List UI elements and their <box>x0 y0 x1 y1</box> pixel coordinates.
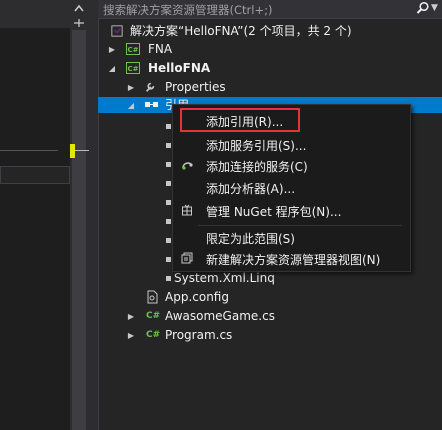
menu-item-label: 添加分析器(A)... <box>206 182 296 196</box>
assembly-icon <box>166 181 171 186</box>
connected-service-icon <box>182 162 193 170</box>
tree-item-label: AwasomeGame.cs <box>165 309 275 323</box>
assembly-icon <box>166 276 171 281</box>
csharp-file-icon: C# <box>146 311 161 321</box>
solution-label: 解决方案“HelloFNA”(2 个项目，共 2 个) <box>130 24 352 38</box>
new-view-icon <box>181 252 193 264</box>
solution-icon <box>111 25 123 37</box>
annotation-highlight-box <box>180 108 300 132</box>
assembly-icon <box>166 162 171 167</box>
menu-item-manage-nuget[interactable]: 管理 NuGet 程序包(N)... <box>173 200 410 221</box>
tree-item-label: FNA <box>148 42 173 56</box>
search-icon[interactable] <box>416 1 430 15</box>
change-marker <box>70 144 75 158</box>
menu-item-label: 新建解决方案资源管理器视图(N) <box>206 253 381 267</box>
csharp-project-icon: C# <box>126 43 140 55</box>
csharp-file-icon: C# <box>146 330 161 340</box>
tree-item-label: Properties <box>165 80 226 94</box>
collapse-arrow-icon[interactable]: ◢ <box>107 59 117 78</box>
menu-item-add-service-reference[interactable]: 添加服务引用(S)... <box>173 134 410 155</box>
tree-item-label: App.config <box>165 290 229 304</box>
menu-separator <box>198 225 402 226</box>
assembly-icon <box>166 143 171 148</box>
menu-item-label: 管理 NuGet 程序包(N)... <box>206 205 342 219</box>
menu-item-label: 限定为此范围(S) <box>206 232 295 246</box>
tree-item-label: Program.cs <box>165 328 233 342</box>
csharp-project-icon: C# <box>126 62 140 74</box>
split-handle-icon[interactable] <box>73 18 85 28</box>
menu-item-add-connected-service[interactable]: 添加连接的服务(C) <box>173 155 410 176</box>
collapse-arrow-icon[interactable]: ◢ <box>126 96 136 115</box>
editor-field[interactable] <box>0 166 70 184</box>
assembly-icon <box>166 200 171 205</box>
scroll-up-arrow-icon[interactable] <box>73 3 85 15</box>
scrollbar-thumb[interactable] <box>72 30 86 430</box>
assembly-icon <box>166 238 171 243</box>
menu-item-add-analyzer[interactable]: 添加分析器(A)... <box>173 177 410 198</box>
wrench-icon <box>145 82 155 92</box>
marker-line <box>75 150 89 151</box>
search-input[interactable]: 搜索解决方案资源管理器(Ctrl+;) <box>103 2 272 18</box>
menu-item-new-explorer-view[interactable]: 新建解决方案资源管理器视图(N) <box>173 248 410 269</box>
editor-pane <box>0 0 70 430</box>
assembly-icon <box>166 257 171 262</box>
menu-item-label: 添加服务引用(S)... <box>206 139 307 153</box>
references-icon <box>145 102 158 107</box>
expand-arrow-icon[interactable]: ▶ <box>126 326 136 345</box>
menu-item-scope-to-this[interactable]: 限定为此范围(S) <box>173 227 410 248</box>
expand-arrow-icon[interactable]: ▶ <box>126 78 136 97</box>
editor-divider <box>0 150 58 151</box>
editor-toolbar <box>0 0 70 28</box>
assembly-icon <box>166 219 171 224</box>
nuget-icon <box>182 204 192 216</box>
expand-arrow-icon[interactable]: ▶ <box>107 40 117 59</box>
assembly-icon <box>166 124 171 129</box>
config-file-icon <box>147 290 158 304</box>
chevron-down-icon[interactable]: ▼ <box>431 3 438 13</box>
expand-arrow-icon[interactable]: ▶ <box>126 307 136 326</box>
tree-item-label: HelloFNA <box>148 61 211 75</box>
menu-item-label: 添加连接的服务(C) <box>206 160 308 174</box>
